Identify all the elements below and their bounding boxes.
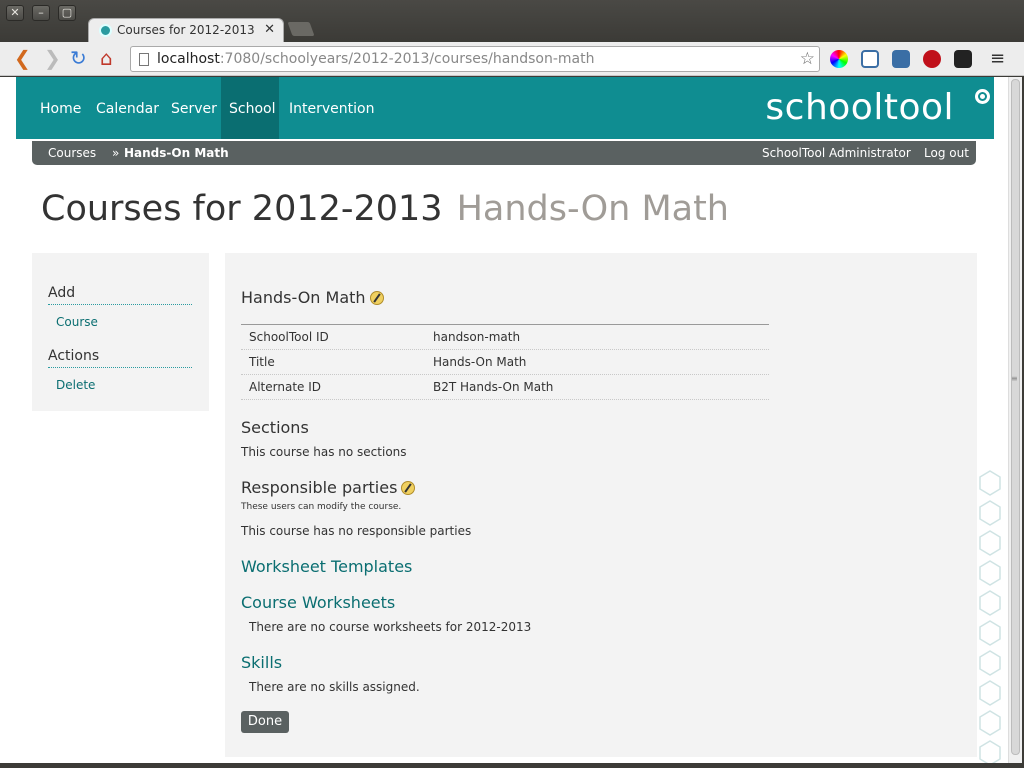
logout-link[interactable]: Log out [924,146,969,160]
breadcrumb-separator: » [112,146,120,160]
nav-server[interactable]: Server [163,77,225,139]
page-viewport: Home Calendar Server School Intervention… [0,77,1008,763]
sidebar-link-course[interactable]: Course [56,315,98,329]
logo-ring-icon [975,89,990,104]
browser-tab[interactable]: Courses for 2012-2013 » H ✕ [88,18,284,42]
forward-icon[interactable]: ❯ [44,48,61,68]
course-worksheets-link[interactable]: Course Worksheets [241,593,395,612]
window-close-icon[interactable]: ✕ [6,5,24,21]
sections-heading: Sections [241,418,309,437]
address-bar[interactable]: localhost:7080/schoolyears/2012-2013/cou… [130,46,820,72]
decorative-hexagon-pattern [979,470,1001,763]
browser-toolbar: ❮ ❯ ↻ ⌂ localhost:7080/schoolyears/2012-… [0,42,1024,76]
scrollbar-thumb[interactable] [1011,79,1020,755]
page-icon [139,53,149,66]
home-icon[interactable]: ⌂ [100,48,113,68]
edit-responsible-icon[interactable] [401,481,416,495]
page-body: Home Calendar Server School Intervention… [16,77,994,763]
tab-close-icon[interactable]: ✕ [264,22,275,37]
schooltool-favicon-icon [99,24,112,37]
course-info-table: SchoolTool ID handson-math Title Hands-O… [241,324,769,400]
scrollbar-grip-icon: ≡ [1011,374,1018,383]
page-title: Courses for 2012-2013 Hands-On Math [41,189,729,229]
table-row: Title Hands-On Math [241,350,769,375]
adblock-extension-icon[interactable] [923,50,941,68]
nav-intervention[interactable]: Intervention [281,77,382,139]
row-key: Alternate ID [249,380,321,394]
responsible-heading-text: Responsible parties [241,478,398,497]
window-bottom-border [0,763,1024,768]
new-tab-button[interactable] [287,22,315,36]
puzzle-extension-icon[interactable] [892,50,910,68]
menu-icon[interactable]: ≡ [990,49,1005,69]
reload-icon[interactable]: ↻ [70,48,87,68]
worksheet-templates-link[interactable]: Worksheet Templates [241,557,412,576]
window-minimize-icon[interactable]: – [32,5,50,21]
nav-home[interactable]: Home [32,77,89,139]
row-key: SchoolTool ID [249,330,329,344]
table-row: Alternate ID B2T Hands-On Math [241,375,769,400]
course-heading-text: Hands-On Math [241,288,366,307]
sidebar-link-delete[interactable]: Delete [56,378,95,392]
help-extension-icon[interactable] [954,50,972,68]
course-worksheets-empty-text: There are no course worksheets for 2012-… [249,620,532,634]
window-titlebar: ✕ – ▢ Courses for 2012-2013 » H ✕ [0,0,1024,42]
done-button[interactable]: Done [241,711,289,733]
row-value: Hands-On Math [433,355,527,369]
tab-title: Courses for 2012-2013 » H [117,23,257,37]
table-row: SchoolTool ID handson-math [241,325,769,350]
responsible-note: These users can modify the course. [241,502,402,512]
sidebar-heading-add: Add [48,285,192,305]
edit-course-icon[interactable] [369,291,384,305]
screenshot-extension-icon[interactable] [861,50,879,68]
page-title-main: Courses for 2012-2013 [41,189,443,229]
breadcrumb-current: Hands-On Math [124,146,229,160]
row-key: Title [249,355,275,369]
main-content: Hands-On Math SchoolTool ID handson-math… [225,253,977,757]
user-name-link[interactable]: SchoolTool Administrator [762,146,911,160]
url-text[interactable]: localhost:7080/schoolyears/2012-2013/cou… [157,51,594,67]
responsible-empty-text: This course has no responsible parties [241,524,472,538]
site-header: Home Calendar Server School Intervention… [16,77,994,139]
page-subtitle: Hands-On Math [456,189,729,229]
sidebar-heading-actions: Actions [48,348,192,368]
skills-link[interactable]: Skills [241,653,282,672]
sections-empty-text: This course has no sections [241,445,407,459]
window-maximize-icon[interactable]: ▢ [58,5,76,21]
nav-school[interactable]: School [221,77,279,139]
responsible-heading: Responsible parties [241,478,416,497]
breadcrumb: Courses » Hands-On Math SchoolTool Admin… [32,141,976,165]
nav-calendar[interactable]: Calendar [88,77,167,139]
schooltool-logo[interactable]: schooltool [765,87,954,128]
sidebar: Add Course Actions Delete [32,253,209,411]
vertical-scrollbar[interactable]: ≡ [1008,77,1022,763]
row-value: handson-math [433,330,521,344]
breadcrumb-courses[interactable]: Courses [48,146,96,160]
skills-empty-text: There are no skills assigned. [249,680,420,694]
back-icon[interactable]: ❮ [14,48,31,68]
course-heading: Hands-On Math [241,288,384,307]
row-value: B2T Hands-On Math [433,380,554,394]
bookmark-star-icon[interactable]: ☆ [800,49,815,69]
color-picker-extension-icon[interactable] [830,50,848,68]
